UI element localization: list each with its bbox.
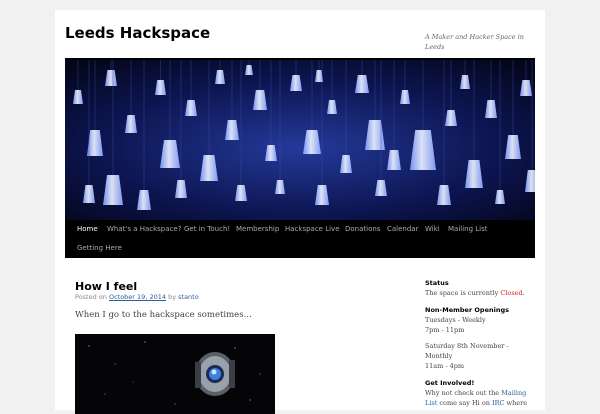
openings-line-5: 11am - 4pm <box>425 362 465 370</box>
involved-text: Why not check out the <box>425 389 500 397</box>
post-author-link[interactable]: stanto <box>178 293 199 301</box>
post-meta: Posted on October 19, 2014 by stanto <box>75 293 199 301</box>
nav-item-getting-here[interactable]: Getting Here <box>71 239 128 258</box>
sidebar-involved-title: Get Involved! <box>425 379 475 387</box>
sidebar-openings-title: Non-Member Openings <box>425 306 510 314</box>
nav-item-calendar[interactable]: Calendar <box>381 220 424 239</box>
main-navigation: Home What's a Hackspace? Get in Touch! M… <box>65 220 535 258</box>
involved-text-4: where <box>506 399 528 407</box>
post-image <box>75 334 275 414</box>
nav-item-hackspace-live[interactable]: Hackspace Live <box>279 220 346 239</box>
page-wrapper: Leeds Hackspace A Maker and Hacker Space… <box>55 10 545 414</box>
mailing-list-link-2[interactable]: List <box>425 399 437 407</box>
post-excerpt: When I go to the hackspace sometimes... <box>75 310 252 320</box>
site-tagline: A Maker and Hacker Space in Leeds <box>425 33 524 51</box>
openings-line-2: 7pm - 11pm <box>425 326 465 334</box>
involved-line-1: Why not check out the Mailing <box>425 388 526 398</box>
mailing-list-link[interactable]: Mailing <box>501 389 526 397</box>
robot-core-figure <box>195 352 235 396</box>
openings-line-4: Monthly <box>425 352 453 360</box>
nav-item-home[interactable]: Home <box>71 220 104 239</box>
nav-item-mailing-list[interactable]: Mailing List <box>442 220 494 239</box>
openings-line-3: Saturday 8th November - <box>425 342 509 350</box>
nav-item-get-in-touch[interactable]: Get in Touch! <box>178 220 236 239</box>
irc-link[interactable]: IRC <box>492 399 504 407</box>
sidebar-status-title: Status <box>425 279 449 287</box>
status-badge: Closed <box>500 289 523 297</box>
involved-text-3: come say Hi on <box>439 399 490 407</box>
nav-item-membership[interactable]: Membership <box>230 220 285 239</box>
nav-item-donations[interactable]: Donations <box>339 220 386 239</box>
openings-line-1: Tuesdays - Weekly <box>425 316 486 324</box>
site-title[interactable]: Leeds Hackspace <box>65 24 210 42</box>
post-meta-prefix: Posted on <box>75 293 107 301</box>
post-meta-by: by <box>168 293 177 301</box>
sidebar-status-line: The space is currently Closed. <box>425 288 525 298</box>
nav-item-whats-a-hackspace[interactable]: What's a Hackspace? <box>101 220 187 239</box>
post-title[interactable]: How I feel <box>75 280 137 293</box>
status-text: The space is currently <box>425 289 499 297</box>
status-period: . <box>522 289 525 297</box>
header-banner-image <box>65 60 535 220</box>
post-date-link[interactable]: October 19, 2014 <box>109 293 166 301</box>
